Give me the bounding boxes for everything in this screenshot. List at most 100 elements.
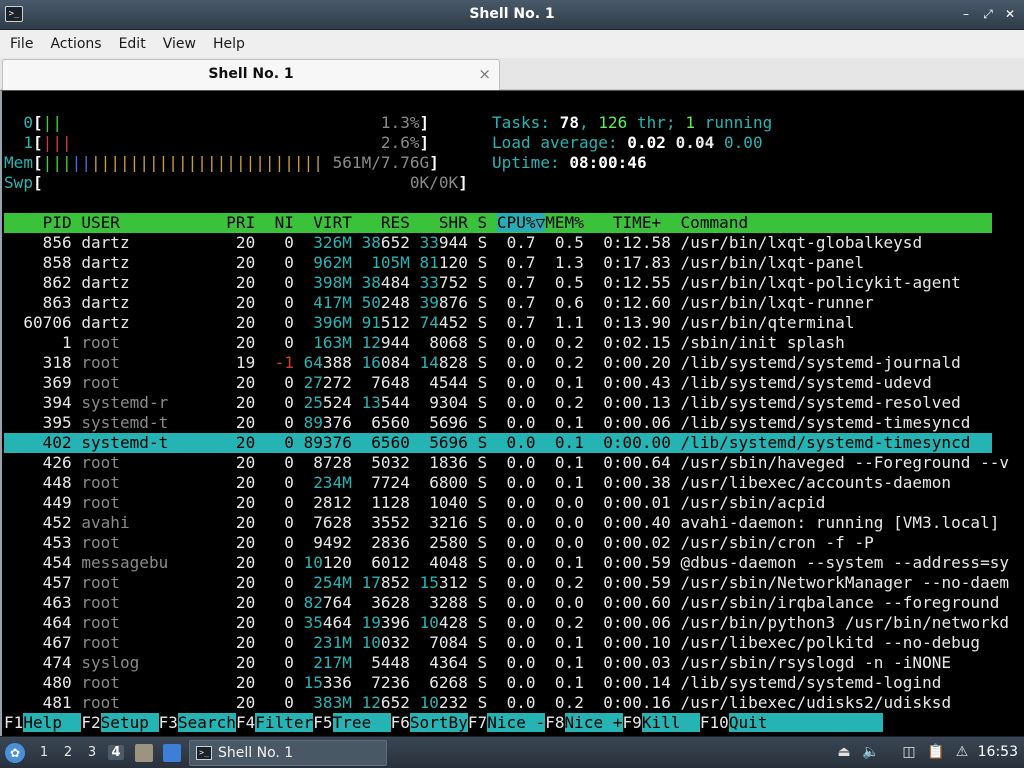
desktop-1[interactable]: 1 [36,745,52,760]
cell-command: avahi-daemon: running [VM3.local] [680,513,1010,532]
cell-res: 3552 [351,513,410,532]
cell-shr: 15312 [409,573,468,592]
fkey-f9-label[interactable]: Kill [641,713,700,732]
menu-edit[interactable]: Edit [112,36,153,52]
cell-virt: 326M [293,233,352,252]
table-row[interactable]: 395 systemd-t 20 0 89376 6560 5696 S 0.0… [4,413,1009,433]
menu-view[interactable]: View [156,36,203,52]
minimize-icon[interactable]: – [960,6,972,22]
cell-user: dartz [81,233,169,252]
table-row[interactable]: 481 root 20 0 383M 12652 10232 S 0.0 0.2… [4,693,1009,713]
table-row[interactable]: 457 root 20 0 254M 17852 15312 S 0.0 0.2… [4,573,1009,593]
cell-shr: 39876 [409,293,468,312]
table-row[interactable]: 474 syslog 20 0 217M 5448 4364 S 0.0 0.1… [4,653,1009,673]
fkey-f3-label[interactable]: Search [177,713,236,732]
cell-time: 0:00.38 [583,473,671,492]
fkey-f5[interactable]: F5 [313,713,333,732]
file-manager-icon[interactable] [135,744,153,762]
cell-pid: 457 [4,573,72,592]
fkey-f3[interactable]: F3 [158,713,178,732]
table-row[interactable]: 856 dartz 20 0 326M 38652 33944 S 0.7 0.… [4,233,1009,253]
tab-shell-1[interactable]: Shell No. 1 × [2,59,500,90]
fkey-f10[interactable]: F10 [699,713,729,732]
col-mem[interactable]: MEM% [545,213,584,232]
table-row[interactable]: 452 avahi 20 0 7628 3552 3216 S 0.0 0.0 … [4,513,1009,533]
cell-ni: 0 [255,333,294,352]
table-row[interactable]: 1 root 20 0 163M 12944 8068 S 0.0 0.2 0:… [4,333,1009,353]
fkey-f4[interactable]: F4 [235,713,256,732]
desktop-2[interactable]: 2 [60,745,76,760]
col-user[interactable]: USER [81,213,168,232]
table-row[interactable]: 394 systemd-r 20 0 25524 13544 9304 S 0.… [4,393,1009,413]
close-icon[interactable]: ✕ [1004,6,1016,22]
col-pid[interactable]: PID [4,213,72,232]
col-shr[interactable]: SHR [410,213,468,232]
menu-actions[interactable]: Actions [43,36,108,52]
col-pri[interactable]: PRI [178,213,255,232]
cell-cpu: 0.0 [487,593,536,612]
col-command[interactable]: Command [681,213,749,232]
table-row[interactable]: 863 dartz 20 0 417M 50248 39876 S 0.7 0.… [4,293,1009,313]
col-virt[interactable]: VIRT [294,213,352,232]
restore-icon[interactable]: ⤢ [982,6,994,22]
fkey-f10-label[interactable]: Quit [728,713,787,732]
fkey-f2-label[interactable]: Setup [100,713,159,732]
fkey-f2[interactable]: F2 [81,713,101,732]
cell-shr: 1836 [409,453,468,472]
lxqt-start-icon[interactable]: ✿ [5,743,25,763]
cell-command: /usr/sbin/cron -f -P [680,533,1010,552]
fkey-f6[interactable]: F6 [390,713,410,732]
table-row[interactable]: 448 root 20 0 234M 7724 6800 S 0.0 0.1 0… [4,473,1009,493]
menu-help[interactable]: Help [206,36,252,52]
col-ni[interactable]: NI [255,213,294,232]
terminal[interactable]: 0[|| 1.3%] 1[||| 2.6%] Mem[|||||||||||||… [0,90,1024,736]
fkey-f5-label[interactable]: Tree [332,713,391,732]
col-s[interactable]: S [468,213,497,232]
cell-res: 17852 [351,573,410,592]
fkey-f4-label[interactable]: Filter [255,713,314,732]
table-row[interactable]: 369 root 20 0 27272 7648 4544 S 0.0 0.1 … [4,373,1009,393]
table-row[interactable]: 318 root 19 -1 64388 16084 14828 S 0.0 0… [4,353,1009,373]
table-row[interactable]: 453 root 20 0 9492 2836 2580 S 0.0 0.0 0… [4,533,1009,553]
table-row[interactable]: 862 dartz 20 0 398M 38484 33752 S 0.7 0.… [4,273,1009,293]
menu-file[interactable]: File [3,36,40,52]
col-time[interactable]: TIME+ [584,213,681,232]
table-row[interactable]: 858 dartz 20 0 962M 105M 81120 S 0.7 1.3… [4,253,1009,273]
cell-mem: 0.5 [535,233,584,252]
table-row[interactable]: 480 root 20 0 15336 7236 6268 S 0.0 0.1 … [4,673,1009,693]
fkey-f9[interactable]: F9 [622,713,642,732]
volume-icon[interactable]: 🔈 [862,744,880,760]
fkey-f7[interactable]: F7 [467,713,488,732]
clock[interactable]: 16:53 [978,744,1018,760]
table-row[interactable]: 60706 dartz 20 0 396M 91512 74452 S 0.7 … [4,313,1009,333]
cell-res: 3628 [351,593,410,612]
fkey-f8-label[interactable]: Nice + [564,713,623,732]
col-cpu[interactable]: CPU%▽ [496,213,546,232]
taskbar-task-shell-1[interactable]: >_ Shell No. 1 [189,740,387,766]
fkey-f1-label[interactable]: Help [23,713,82,732]
table-row[interactable]: 402 systemd-t 20 0 89376 6560 5696 S 0.0… [4,433,992,453]
fkey-f7-label[interactable]: Nice - [487,713,546,732]
table-row[interactable]: 449 root 20 0 2812 1128 1040 S 0.0 0.0 0… [4,493,1009,513]
clipboard-icon[interactable]: 📋 [927,744,945,760]
cell-virt: 35464 [293,613,352,632]
table-row[interactable]: 426 root 20 0 8728 5032 1836 S 0.0 0.1 0… [4,453,1009,473]
window-titlebar[interactable]: >_ Shell No. 1 – ⤢ ✕ [0,0,1024,30]
table-row[interactable]: 454 messagebu 20 0 10120 6012 4048 S 0.0… [4,553,1009,573]
cell-s: S [477,673,488,692]
show-desktop-icon[interactable] [163,744,181,762]
table-row[interactable]: 463 root 20 0 82764 3628 3288 S 0.0 0.0 … [4,593,1009,613]
desktop-4[interactable]: 4 [108,745,124,760]
update-notifier-icon[interactable]: ⚠ [953,744,971,760]
fkey-f6-label[interactable]: SortBy [409,713,468,732]
fkey-f1[interactable]: F1 [4,713,24,732]
eject-icon[interactable]: ⏏ [835,744,853,760]
cell-ni: 0 [255,533,294,552]
desktop-3[interactable]: 3 [84,745,100,760]
table-row[interactable]: 464 root 20 0 35464 19396 10428 S 0.0 0.… [4,613,1009,633]
col-res[interactable]: RES [352,213,410,232]
tab-close-icon[interactable]: × [478,65,491,83]
fkey-f8[interactable]: F8 [545,713,565,732]
network-icon[interactable]: ◫ [900,744,918,760]
table-row[interactable]: 467 root 20 0 231M 10032 7084 S 0.0 0.1 … [4,633,1009,653]
